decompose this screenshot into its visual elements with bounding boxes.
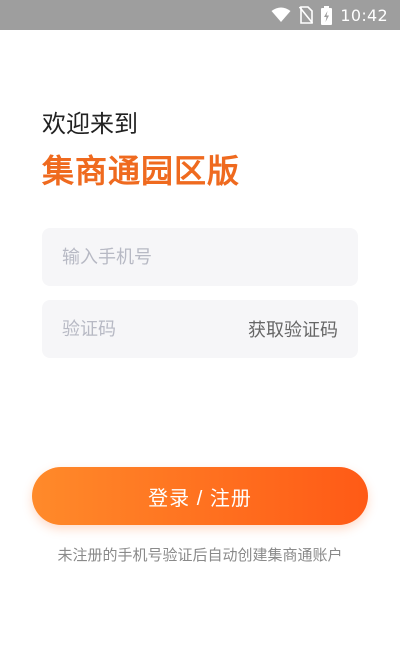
brand-title: 集商通园区版 (42, 152, 241, 190)
clock-time: 10:42 (340, 5, 388, 25)
welcome-text: 欢迎来到 (42, 110, 138, 138)
get-code-button[interactable]: 获取验证码 (248, 316, 338, 342)
code-field[interactable]: 获取验证码 (42, 300, 358, 358)
battery-charging-icon (321, 5, 333, 25)
phone-input[interactable] (62, 246, 338, 268)
auto-register-notice: 未注册的手机号验证后自动创建集商通账户 (57, 546, 343, 564)
verification-code-input[interactable] (62, 318, 222, 340)
login-register-button[interactable]: 登录 / 注册 (32, 467, 368, 525)
no-sim-icon (299, 6, 314, 24)
wifi-icon (271, 7, 291, 23)
status-bar: 10:42 (0, 0, 400, 30)
phone-field[interactable] (42, 228, 358, 286)
